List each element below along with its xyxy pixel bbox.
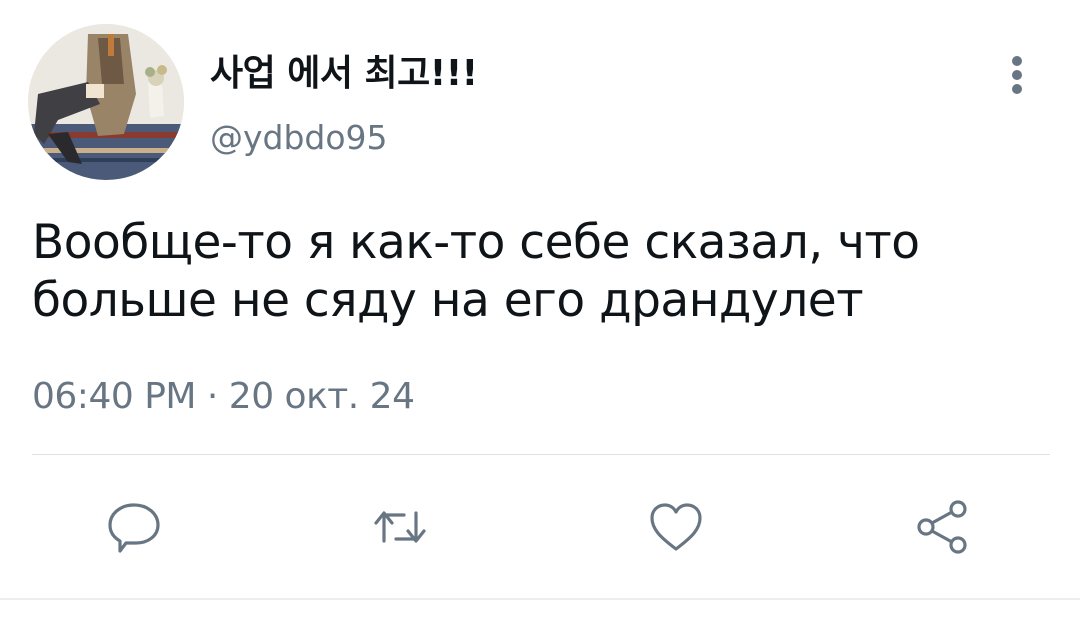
speech-bubble-icon [108,503,160,553]
reply-button[interactable] [104,497,164,557]
more-options-button[interactable] [1000,50,1036,98]
tweet-timestamp[interactable]: 06:40 PM · 20 окт. 24 [32,376,415,417]
divider [32,454,1050,455]
like-button[interactable] [646,497,706,557]
share-button[interactable] [912,497,972,557]
share-icon [917,500,967,554]
tweet-text: Вообще-то я как-то себе сказал, что боль… [32,215,920,328]
tweet-card: 사업 에서 최고!!! @ydbdo95 Вообще-то я как-то … [0,0,1080,618]
more-dot-icon [1012,84,1022,94]
retweet-icon [374,511,426,543]
user-handle[interactable]: @ydbdo95 [210,118,388,157]
more-dot-icon [1012,70,1022,80]
retweet-button[interactable] [370,497,430,557]
heart-icon [650,503,702,551]
divider [0,598,1080,600]
more-dot-icon [1012,56,1022,66]
display-name[interactable]: 사업 에서 최고!!! [210,44,478,96]
avatar-photo [28,24,184,180]
avatar[interactable] [28,24,184,180]
